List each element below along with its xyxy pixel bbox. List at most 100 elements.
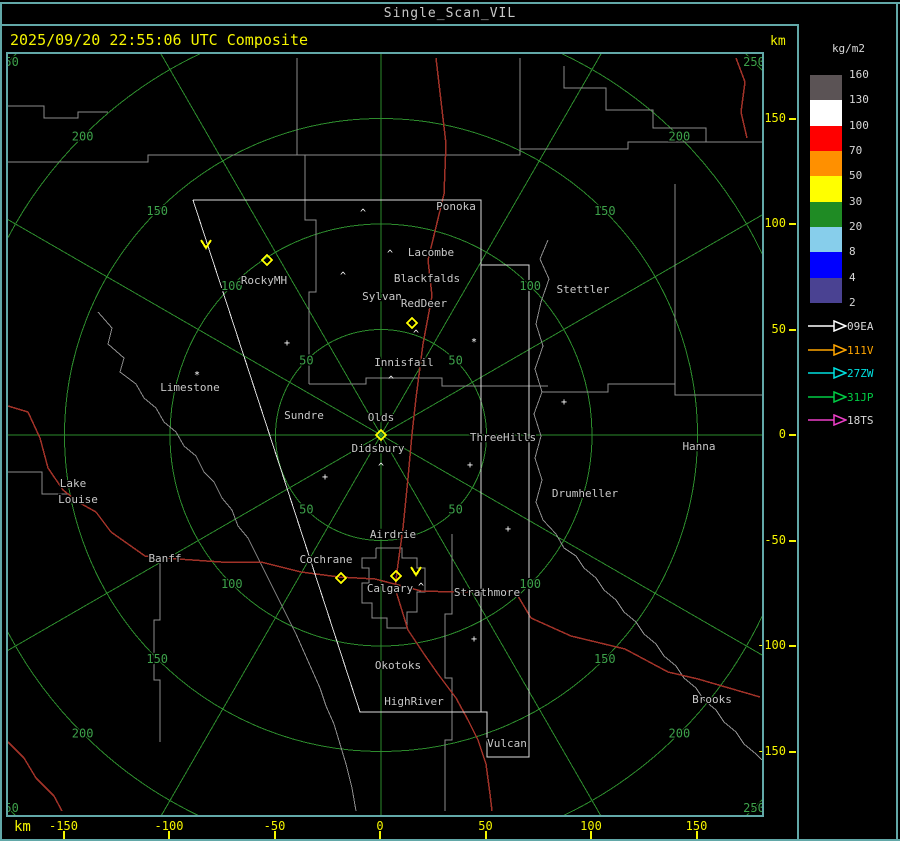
town-label: Innisfail bbox=[374, 356, 434, 369]
range-ring-label: 100 bbox=[221, 279, 243, 293]
bottom-axis-tick bbox=[379, 831, 381, 839]
range-ring-label: 100 bbox=[519, 279, 541, 293]
track-arrow-icon bbox=[808, 343, 847, 356]
town-label: Vulcan bbox=[487, 737, 527, 750]
right-axis-label: 150 bbox=[764, 110, 786, 125]
coverage-outline bbox=[481, 264, 530, 758]
color-swatch bbox=[810, 252, 842, 278]
range-ring-label: 50 bbox=[299, 503, 313, 517]
track-arrow-icon bbox=[808, 414, 847, 426]
bottom-axis-tick bbox=[273, 831, 276, 839]
town-label: RockyMH bbox=[241, 274, 287, 287]
track-legend-row: 27ZW bbox=[799, 367, 898, 381]
right-axis-label: 0 bbox=[778, 427, 786, 441]
bottom-axis-tick bbox=[484, 831, 487, 839]
legend-panel: kg/m2 160 130 100 70 50 30 20 8 4 2 09EA 111V 27ZW 3… bbox=[797, 24, 900, 841]
track-id-label: 18TS bbox=[847, 414, 874, 427]
color-scale-tick-label: 100 bbox=[849, 118, 869, 132]
range-ring-label: 250 bbox=[8, 801, 19, 815]
map-point-marker: ^ bbox=[418, 582, 424, 593]
map-point-marker: * bbox=[194, 370, 200, 381]
range-ring-label: 50 bbox=[448, 503, 462, 517]
track-legend-row: 31JP bbox=[799, 390, 898, 405]
range-ring-label: 50 bbox=[448, 353, 462, 367]
color-swatch bbox=[810, 227, 842, 253]
track-id-label: 111V bbox=[847, 343, 874, 357]
color-swatch bbox=[810, 100, 842, 126]
storm-motion-arrow bbox=[410, 566, 422, 577]
map-point-marker: ^ bbox=[340, 271, 346, 282]
track-id-label: 31JP bbox=[847, 390, 874, 404]
track-id-label: 27ZW bbox=[847, 367, 874, 380]
town-label: Blackfalds bbox=[394, 272, 460, 285]
right-axis-tick bbox=[789, 223, 796, 225]
town-label: ThreeHills bbox=[470, 431, 536, 444]
range-ring-label: 150 bbox=[146, 652, 168, 666]
range-ring-label: 150 bbox=[146, 204, 168, 218]
right-axis-label: -50 bbox=[764, 532, 786, 547]
boundary-line bbox=[8, 105, 108, 119]
track-arrow-head bbox=[833, 414, 847, 426]
town-label: Stettler bbox=[557, 283, 610, 296]
town-label: Olds bbox=[368, 411, 395, 424]
map-point-marker: + bbox=[471, 634, 477, 645]
right-axis-label: 100 bbox=[764, 216, 786, 230]
town-label: Banff bbox=[148, 552, 181, 565]
town-label: Sylvan bbox=[362, 290, 402, 303]
track-legend-row: 111V bbox=[799, 343, 898, 358]
town-label: Lake bbox=[60, 477, 87, 490]
town-label: Calgary bbox=[367, 582, 414, 595]
range-ring-label: 200 bbox=[72, 130, 94, 144]
radial-line bbox=[8, 219, 382, 436]
town-label: Didsbury bbox=[352, 442, 405, 455]
color-swatch bbox=[810, 201, 842, 227]
bottom-axis-tick bbox=[590, 831, 592, 839]
track-arrow-head bbox=[833, 390, 847, 403]
map-point-marker: ^ bbox=[388, 375, 394, 386]
color-swatch bbox=[810, 125, 842, 151]
frame-right-line bbox=[896, 2, 898, 841]
range-ring-label: 100 bbox=[519, 577, 541, 591]
track-arrow-head bbox=[833, 320, 847, 332]
right-axis-tick bbox=[789, 645, 796, 647]
map-point-marker: * bbox=[471, 337, 477, 348]
right-axis-label: -100 bbox=[757, 638, 786, 652]
town-label: Cochrane bbox=[300, 553, 353, 566]
right-axis-label: 50 bbox=[771, 321, 786, 336]
boundary-line bbox=[8, 58, 298, 163]
range-ring-label: 50 bbox=[299, 353, 313, 367]
road-line bbox=[735, 57, 748, 139]
color-scale-tick-label: 2 bbox=[849, 296, 856, 309]
frame-left-line bbox=[0, 2, 2, 841]
range-ring-label: 200 bbox=[669, 726, 691, 740]
range-ring-label: 250 bbox=[8, 55, 19, 69]
bottom-axis-unit-label: km bbox=[14, 819, 31, 835]
color-scale-tick-label: 50 bbox=[849, 169, 863, 183]
track-arrow-icon bbox=[808, 390, 847, 403]
bottom-axis-tick bbox=[168, 831, 170, 839]
town-label: Lacombe bbox=[408, 246, 454, 259]
range-ring-label: 200 bbox=[669, 130, 691, 144]
map-point-marker: ^ bbox=[360, 208, 366, 219]
boundary-line bbox=[542, 519, 762, 761]
town-label: Ponoka bbox=[436, 200, 476, 213]
town-label: Airdrie bbox=[370, 528, 416, 541]
map-point-marker: ^ bbox=[387, 249, 393, 260]
range-ring-label: 200 bbox=[72, 726, 94, 740]
radial-line bbox=[380, 434, 762, 656]
page-title: Single_Scan_VIL bbox=[383, 6, 517, 21]
town-label: RedDeer bbox=[401, 297, 448, 310]
track-legend-row: 18TS bbox=[799, 414, 898, 428]
town-label: Drumheller bbox=[552, 487, 619, 500]
range-ring-label: 150 bbox=[594, 652, 616, 666]
radial-line bbox=[161, 434, 382, 815]
map-point-marker: + bbox=[322, 472, 328, 483]
right-axis-tick bbox=[789, 750, 796, 753]
color-swatch bbox=[810, 75, 842, 101]
color-scale-tick-label: 70 bbox=[849, 144, 863, 157]
right-axis-label: -150 bbox=[757, 743, 786, 758]
right-axis-tick bbox=[789, 434, 796, 436]
color-scale-tick-label: 20 bbox=[849, 220, 863, 233]
color-swatch bbox=[810, 151, 842, 177]
bottom-axis-tick bbox=[62, 831, 65, 839]
